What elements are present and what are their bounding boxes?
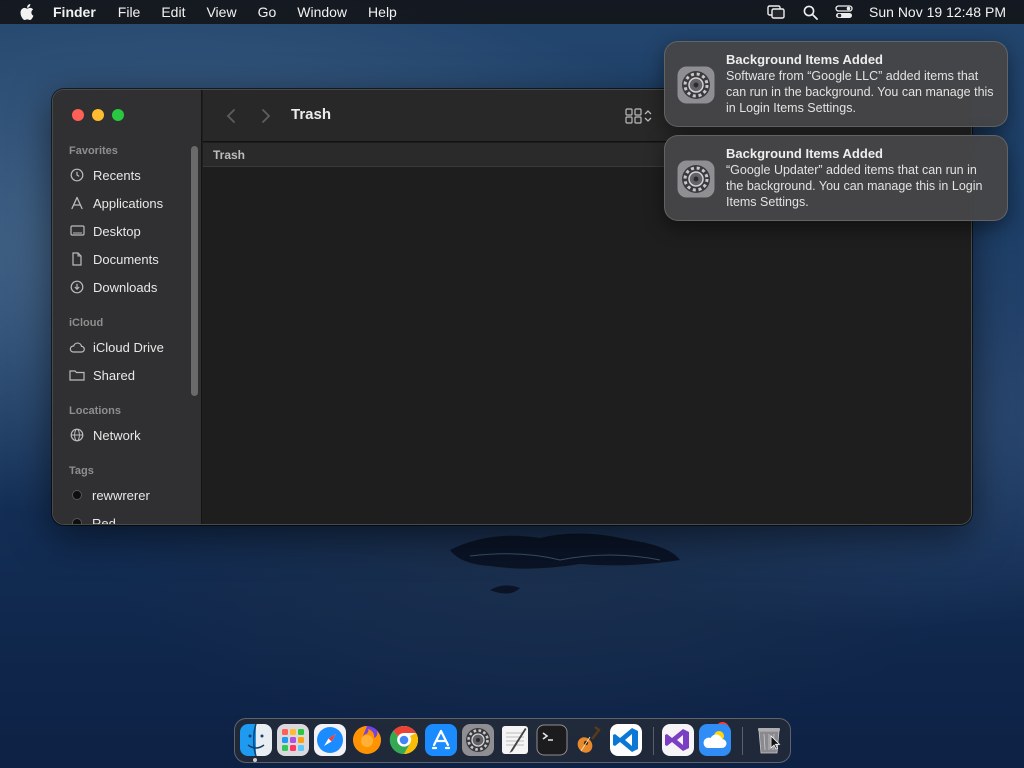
dock-finder-icon[interactable] xyxy=(240,724,272,756)
close-window-button[interactable] xyxy=(72,109,84,121)
sidebar-section-icloud: iCloud xyxy=(69,317,104,329)
desktop-icon xyxy=(69,223,85,239)
sidebar-item-label: Recents xyxy=(93,167,141,183)
sidebar-item-label: Red xyxy=(92,515,116,525)
dock-vscode-icon[interactable] xyxy=(610,724,642,756)
dock-icloud-icon[interactable] xyxy=(699,724,731,756)
chevron-right-icon xyxy=(262,109,271,123)
window-title: Trash xyxy=(291,106,332,123)
sidebar-item-desktop[interactable]: Desktop xyxy=(69,221,141,241)
dock-app-store-icon[interactable] xyxy=(425,724,457,756)
sidebar-item-label: Documents xyxy=(93,251,159,267)
dock-terminal-icon[interactable] xyxy=(536,724,568,756)
sidebar-scrollbar[interactable] xyxy=(191,146,198,396)
dock-visual-studio-icon[interactable] xyxy=(662,724,694,756)
sidebar-item-icloud-drive[interactable]: iCloud Drive xyxy=(69,337,164,357)
sidebar-item-label: iCloud Drive xyxy=(93,339,164,355)
notification-title: Background Items Added xyxy=(726,52,883,67)
menu-window[interactable]: Window xyxy=(297,4,347,20)
notification-title: Background Items Added xyxy=(726,146,883,161)
dock-firefox-icon[interactable] xyxy=(351,724,383,756)
dock-textedit-icon[interactable] xyxy=(499,724,531,756)
sidebar-section-favorites: Favorites xyxy=(69,145,118,157)
dock: 1 xyxy=(234,718,791,763)
notification-body: Software from “Google LLC” added items t… xyxy=(726,69,994,115)
view-mode-button[interactable] xyxy=(625,106,661,126)
sidebar-item-label: Network xyxy=(93,427,141,443)
minimize-window-button[interactable] xyxy=(92,109,104,121)
sidebar-item-downloads[interactable]: Downloads xyxy=(69,277,157,297)
notification-card[interactable]: Background Items Added “Google Updater” … xyxy=(664,135,1008,221)
menu-app-name[interactable]: Finder xyxy=(53,4,96,20)
apple-menu-icon[interactable] xyxy=(17,2,37,22)
wallpaper-island xyxy=(450,533,680,594)
menu-help[interactable]: Help xyxy=(368,4,397,20)
download-icon xyxy=(69,279,85,295)
dock-safari-icon[interactable] xyxy=(314,724,346,756)
tag-color-dot xyxy=(72,518,82,524)
notification-card[interactable]: Background Items Added Software from “Go… xyxy=(664,41,1008,127)
tag-color-dot xyxy=(72,490,82,500)
sidebar-item-recents[interactable]: Recents xyxy=(69,165,141,185)
column-header-label: Trash xyxy=(213,147,246,162)
menu-clock[interactable]: Sun Nov 19 12:48 PM xyxy=(869,4,1006,20)
menu-view[interactable]: View xyxy=(206,4,236,20)
system-settings-gear-icon xyxy=(677,66,715,104)
dock-trash-icon[interactable] xyxy=(753,724,785,756)
globe-icon xyxy=(69,427,85,443)
spotlight-search-icon[interactable] xyxy=(799,1,821,23)
applications-icon xyxy=(69,195,85,211)
finder-sidebar: Favorites Recents Applications Desktop D… xyxy=(53,90,202,525)
sidebar-item-documents[interactable]: Documents xyxy=(69,249,159,269)
sidebar-item-label: rewwrerer xyxy=(92,487,150,503)
dock-chrome-icon[interactable] xyxy=(388,724,420,756)
grid-view-icon xyxy=(625,108,642,124)
sidebar-item-applications[interactable]: Applications xyxy=(69,193,163,213)
shared-folder-icon xyxy=(69,367,85,383)
system-settings-gear-icon xyxy=(677,160,715,198)
sidebar-section-locations: Locations xyxy=(69,405,121,417)
forward-button[interactable] xyxy=(256,106,276,126)
dock-separator xyxy=(653,727,654,755)
sidebar-item-tag[interactable]: Red xyxy=(69,513,116,525)
menu-go[interactable]: Go xyxy=(258,4,277,20)
window-controls xyxy=(72,109,124,121)
sidebar-item-label: Desktop xyxy=(93,223,141,239)
sidebar-item-label: Shared xyxy=(93,367,135,383)
zoom-window-button[interactable] xyxy=(112,109,124,121)
cloud-icon xyxy=(69,339,85,355)
dock-garageband-icon[interactable] xyxy=(573,724,605,756)
sidebar-section-tags: Tags xyxy=(69,465,94,477)
sidebar-item-shared[interactable]: Shared xyxy=(69,365,135,385)
back-button[interactable] xyxy=(221,106,241,126)
notification-body: “Google Updater” added items that can ru… xyxy=(726,163,983,209)
screen-mirroring-icon[interactable] xyxy=(765,1,787,23)
control-center-icon[interactable] xyxy=(833,1,855,23)
chevron-left-icon xyxy=(226,109,235,123)
document-icon xyxy=(69,251,85,267)
dock-system-settings-icon[interactable] xyxy=(462,724,494,756)
clock-icon xyxy=(69,167,85,183)
sidebar-item-label: Downloads xyxy=(93,279,158,295)
sidebar-item-label: Applications xyxy=(93,195,164,211)
running-indicator xyxy=(253,758,257,762)
menu-bar: Finder File Edit View Go Window Help Sun… xyxy=(0,0,1024,24)
menu-file[interactable]: File xyxy=(118,4,141,20)
sidebar-item-tag[interactable]: rewwrerer xyxy=(69,485,150,505)
dock-separator xyxy=(742,727,743,755)
chevron-updown-icon xyxy=(644,110,652,122)
dock-launchpad-icon[interactable] xyxy=(277,724,309,756)
sidebar-item-network[interactable]: Network xyxy=(69,425,141,445)
menu-edit[interactable]: Edit xyxy=(161,4,185,20)
